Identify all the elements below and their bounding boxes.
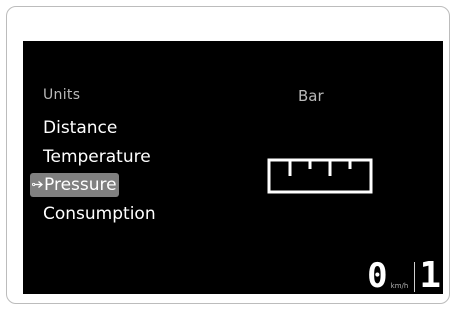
unit-value-label: Bar (298, 87, 324, 105)
menu-item-label: Distance (43, 118, 118, 138)
speed-unit: km/h (390, 282, 409, 290)
gear-indicator: 1 (419, 255, 441, 296)
cluster-display: Units Distance Temperature Pressure Cons… (23, 41, 443, 294)
menu-item-consumption[interactable]: Consumption (43, 200, 156, 229)
menu-item-temperature[interactable]: Temperature (43, 143, 156, 172)
speed-readout: 0 (367, 256, 388, 296)
status-divider (414, 262, 416, 292)
menu-item-label: Pressure (44, 175, 117, 195)
selection-highlight: Pressure (30, 173, 119, 197)
menu-item-pressure[interactable]: Pressure (30, 171, 156, 200)
menu-header: Units (43, 87, 81, 103)
pressure-scale-icon (267, 158, 373, 198)
menu-item-label: Consumption (43, 203, 156, 224)
status-bar: 0 km/h 1 (367, 255, 443, 296)
selection-pointer-icon (31, 175, 43, 199)
menu-item-label: Temperature (43, 146, 151, 167)
menu-item-distance[interactable]: Distance (43, 114, 156, 143)
units-menu: Distance Temperature Pressure Consumptio… (30, 114, 156, 229)
